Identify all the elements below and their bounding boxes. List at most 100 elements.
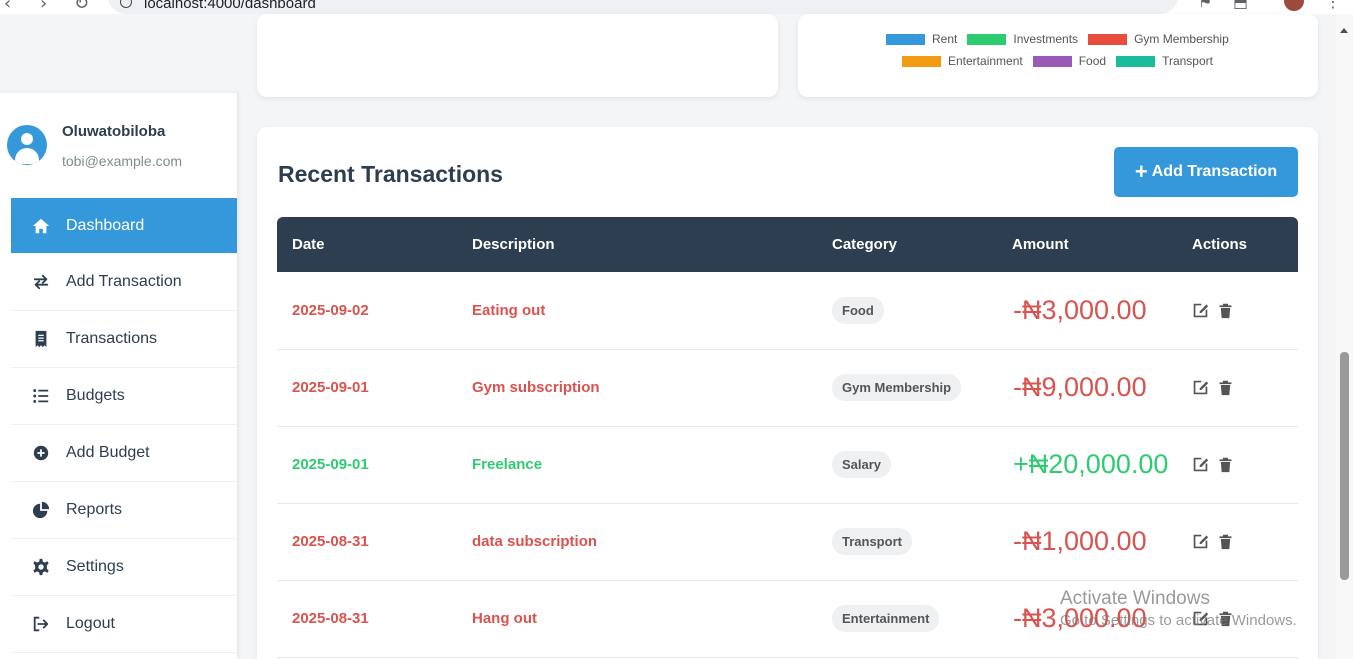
menu-dots-icon[interactable]: ⋮ [1325,0,1341,12]
section-title: Recent Transactions [278,161,503,187]
table-row: 2025-09-02 Eating out Food -₦3,000.00 [277,272,1298,350]
transaction-category-cell: Gym Membership [817,349,997,427]
transaction-category-cell: Salary [817,426,997,504]
sidebar-item-transactions[interactable]: Transactions [11,311,237,368]
expense-chart-card: Rent Investments Gym Membership Entertainm… [798,14,1318,97]
legend-item[interactable]: Investments [967,32,1078,46]
sidebar-item-reports[interactable]: Reports [11,482,237,539]
column-header-date: Date [292,236,325,253]
legend-swatch [967,33,1007,45]
edit-icon[interactable] [1192,379,1210,397]
add-transaction-button[interactable]: + Add Transaction [1114,147,1298,197]
legend-swatch [1032,55,1072,67]
sidebar-item-label: Budgets [66,387,125,404]
sidebar-menu: Dashboard Add Transaction Transactions Budg… [11,198,237,653]
sidebar-item-label: Logout [66,615,115,632]
legend-label: Gym Membership [1134,32,1229,46]
reload-icon[interactable]: ↻ [74,0,89,14]
extension-icon[interactable]: ⚑ [1198,0,1212,12]
address-bar[interactable]: localhost:4000/dashboard [108,0,1178,14]
transaction-amount: -₦1,000.00 [997,503,1177,581]
back-icon[interactable]: ‹ [4,0,11,14]
trash-icon[interactable] [1217,456,1235,474]
user-email: tobi@example.com [62,153,183,169]
add-transaction-label: Add Transaction [1151,163,1278,180]
category-badge: Salary [832,451,892,478]
url-text: localhost:4000/dashboard [144,0,316,12]
page-scrollbar[interactable] [1336,14,1353,659]
category-badge: Transport [832,528,912,555]
summary-card [257,14,778,97]
legend-label: Investments [1013,32,1079,46]
transaction-description: Freelance [457,426,817,504]
sidebar-item-settings[interactable]: Settings [11,539,237,596]
user-avatar-icon [7,125,47,165]
scrollbar-thumb[interactable] [1340,352,1349,580]
transaction-category-cell: Transport [817,503,997,581]
sidebar-item-logout[interactable]: Logout [11,596,237,653]
transaction-actions [1177,426,1298,504]
sidebar-item-add-transaction[interactable]: Add Transaction [11,254,237,311]
watermark-subtitle: Go to Settings to activate Windows. [1060,612,1297,629]
edit-icon[interactable] [1192,456,1210,474]
exchange-icon [31,272,51,292]
home-icon [31,216,51,236]
trash-icon[interactable] [1217,301,1235,319]
sidebar-item-label: Add Transaction [66,273,182,290]
column-header-description: Description [472,236,555,253]
transaction-description: Hang out [457,580,817,658]
receipt-icon [31,329,51,349]
legend-item[interactable]: Entertainment [902,54,1023,68]
sidebar-item-label: Dashboard [66,216,145,234]
trash-icon[interactable] [1217,533,1235,551]
sidebar-item-add-budget[interactable]: Add Budget [11,425,237,482]
forward-icon[interactable]: › [40,0,47,14]
transaction-description: Gym subscription [457,349,817,427]
share-icon[interactable]: ⬒ [1233,0,1248,12]
legend-label: Rent [932,32,958,46]
edit-icon[interactable] [1192,301,1210,319]
logout-icon [31,614,51,634]
transaction-date: 2025-09-01 [277,349,457,427]
chart-legend-row-1: Rent Investments Gym Membership [886,32,1239,46]
transaction-date: 2025-08-31 [277,580,457,658]
legend-swatch [902,55,941,67]
transaction-date: 2025-09-02 [277,272,457,350]
sidebar: Oluwatobiloba tobi@example.com Dashboard… [0,93,237,659]
column-header-actions: Actions [1192,236,1248,253]
sidebar-item-budgets[interactable]: Budgets [11,368,237,425]
legend-swatch [1116,55,1156,67]
legend-item[interactable]: Gym Membership [1088,32,1229,46]
legend-item[interactable]: Transport [1116,54,1213,68]
plus-icon: + [1134,159,1148,184]
legend-item[interactable]: Food [1032,54,1107,68]
legend-swatch [886,33,925,45]
profile-avatar[interactable] [1284,0,1304,11]
sidebar-item-label: Add Budget [66,444,150,461]
site-info-icon[interactable] [120,0,132,8]
list-icon [31,386,51,406]
edit-icon[interactable] [1192,533,1210,551]
sidebar-item-label: Reports [66,501,123,518]
legend-label: Food [1078,54,1107,68]
gear-icon [31,557,51,577]
legend-item[interactable]: Rent [886,32,957,46]
trash-icon[interactable] [1217,379,1235,397]
category-badge: Gym Membership [832,374,962,401]
chart-legend-row-2: Entertainment Food Transport [902,54,1223,68]
windows-activation-watermark: Activate Windows Go to Settings to activ… [1060,588,1297,629]
category-badge: Entertainment [832,605,940,632]
transaction-description: Eating out [457,272,817,350]
transaction-date: 2025-08-31 [277,503,457,581]
recent-transactions-card: Recent Transactions + Add Transaction Da… [257,127,1318,659]
scroll-up-arrow-icon[interactable] [1340,28,1348,33]
transaction-description: data subscription [457,503,817,581]
user-profile: Oluwatobiloba tobi@example.com [0,93,237,198]
legend-swatch [1088,33,1128,45]
user-name: Oluwatobiloba [62,123,166,140]
transaction-amount: -₦3,000.00 [997,272,1177,350]
sidebar-item-dashboard[interactable]: Dashboard [11,198,237,254]
legend-label: Transport [1162,54,1213,68]
sidebar-item-label: Transactions [66,330,157,347]
transaction-date: 2025-09-01 [277,426,457,504]
